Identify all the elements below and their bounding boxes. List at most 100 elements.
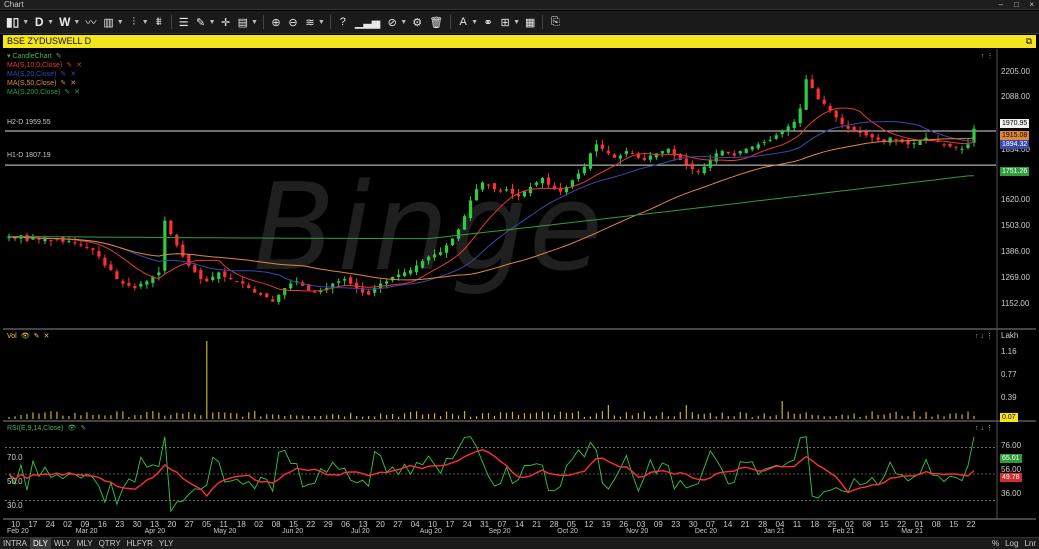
dropdown-arrow-icon[interactable]: ▼ [318, 19, 325, 26]
volume-bar [8, 416, 10, 419]
bar-style-icon[interactable]: ▥ [101, 13, 115, 31]
tab-dly[interactable]: DLY [30, 538, 51, 549]
candle-body [61, 237, 65, 243]
dropdown-arrow-icon[interactable]: ▼ [73, 19, 80, 26]
volume-bar [134, 415, 136, 419]
dropdown-arrow-icon[interactable]: ▼ [22, 19, 29, 26]
dropdown-arrow-icon[interactable]: ▼ [400, 19, 407, 26]
remove-icon[interactable]: ✕ [70, 80, 76, 87]
tab-qtry[interactable]: QTRY [96, 538, 124, 549]
edit-icon[interactable]: ✎ [60, 71, 66, 78]
price-tick: 1503.00 [1001, 221, 1030, 230]
layout-icon[interactable]: ▤ [236, 13, 250, 31]
pane-collapse-icon[interactable]: ↑ ↓ ⋮ [975, 424, 993, 432]
legend-candlechart[interactable]: ▾ CandleChart ✎ [7, 52, 82, 61]
x-tick-day: 04 [410, 520, 420, 529]
edit-icon[interactable]: ✎ [80, 425, 86, 432]
candle-body [822, 99, 826, 104]
edit-icon[interactable]: ✎ [34, 333, 40, 340]
tab-hlfyr[interactable]: HLFYR [124, 538, 156, 549]
edit-icon[interactable]: ✎ [60, 80, 66, 87]
tab-wly[interactable]: WLY [51, 538, 74, 549]
chart-type-candle-icon[interactable]: ▮▯ [4, 13, 21, 31]
volume-legend[interactable]: Vol 👁 ✎ ✕ [7, 332, 49, 341]
zoom-in-icon[interactable]: ⊕ [269, 13, 283, 31]
x-tick-month: Feb 21 [832, 528, 855, 535]
draw-tools-icon[interactable]: ✎ [194, 13, 208, 31]
edit-icon[interactable]: ✎ [66, 62, 72, 69]
studies-icon[interactable]: ⩩ [152, 13, 166, 31]
candle-body [462, 216, 467, 230]
dropdown-arrow-icon[interactable]: ▼ [209, 19, 216, 26]
volume-icon[interactable]: ▁▃▅ [353, 13, 382, 31]
view-icon[interactable]: 👁 [21, 333, 30, 340]
close-button[interactable]: × [1029, 0, 1034, 10]
crosshair-icon[interactable]: ✛ [219, 13, 233, 31]
edit-icon[interactable]: ✎ [64, 89, 70, 96]
candle-body [846, 125, 850, 129]
chart-area[interactable]: Binge ▾ CandleChart ✎ MA(S,10,0,Close) ✎ ✕ … [3, 49, 1036, 536]
legend-ma50[interactable]: MA(S,50,Close) ✎ ✕ [7, 79, 82, 88]
line-style-icon[interactable]: 〰 [83, 13, 98, 31]
period-weekly-button[interactable]: W [57, 13, 72, 31]
dropdown-arrow-icon[interactable]: ▼ [251, 19, 258, 26]
dropdown-arrow-icon[interactable]: ▼ [117, 19, 124, 26]
export-document-icon[interactable]: ⎘ [548, 13, 562, 31]
pane-collapse-icon[interactable]: ↑ ⋮ [981, 52, 993, 60]
volume-bar [356, 415, 358, 419]
grid-icon[interactable]: ⊞ [498, 13, 512, 31]
legend-ma10[interactable]: MA(S,10,0,Close) ✎ ✕ [7, 61, 82, 70]
list-icon[interactable]: ☰ [177, 13, 191, 31]
dropdown-arrow-icon[interactable]: ▼ [513, 19, 520, 26]
volume-bar [625, 412, 627, 419]
chart-canvas[interactable] [3, 49, 1036, 536]
volume-bar [290, 414, 292, 419]
table-icon[interactable]: ▦ [523, 13, 537, 31]
pin-icon[interactable]: ⧉ [1026, 35, 1032, 48]
volume-bar [781, 401, 783, 419]
link-icon[interactable]: ⚭ [481, 13, 495, 31]
volume-bar [889, 413, 891, 419]
dropdown-arrow-icon[interactable]: ▼ [142, 19, 149, 26]
rsi-legend[interactable]: RSI(E,9,14,Close) 👁 ✎ [7, 424, 86, 433]
toolbar-separator [450, 15, 452, 29]
period-daily-button[interactable]: D [32, 13, 46, 31]
remove-icon[interactable]: ✕ [76, 62, 82, 69]
pane-collapse-icon[interactable]: ↑ ↓ ⋮ [975, 332, 993, 340]
maximize-button[interactable]: □ [1014, 0, 1019, 10]
scale-linear-button[interactable]: Lnr [1021, 538, 1039, 549]
candle-body [109, 264, 113, 271]
tab-intra[interactable]: INTRA [0, 538, 30, 549]
candle-body [732, 153, 736, 156]
delete-trash-icon[interactable]: 🗑 [427, 13, 445, 31]
x-tick-month: Mar 20 [75, 528, 98, 535]
indicator-icon[interactable]: ⫶ [127, 13, 141, 31]
dropdown-arrow-icon[interactable]: ▼ [471, 19, 478, 26]
minimize-button[interactable]: – [999, 0, 1003, 10]
view-icon[interactable]: 👁 [67, 425, 76, 432]
hide-icon[interactable]: ⊘ [385, 13, 399, 31]
remove-icon[interactable]: ✕ [44, 333, 50, 340]
candle-body [840, 117, 844, 125]
legend-ma20[interactable]: MA(S,20,Close) ✎ ✕ [7, 70, 82, 79]
compare-icon[interactable]: ≋ [303, 13, 317, 31]
volume-bar [535, 412, 538, 419]
remove-icon[interactable]: ✕ [74, 89, 80, 96]
scale-log-button[interactable]: Log [1002, 538, 1021, 549]
text-annotation-icon[interactable]: A [456, 13, 470, 31]
tab-mly[interactable]: MLY [74, 538, 96, 549]
dropdown-arrow-icon[interactable]: ▼ [47, 19, 54, 26]
volume-bar [745, 412, 747, 419]
scale-percent-button[interactable]: % [989, 538, 1002, 549]
legend-ma200[interactable]: MA(S,200,Close) ✎ ✕ [7, 88, 82, 97]
candle-body [175, 234, 179, 246]
settings-gear-icon[interactable]: ⚙ [410, 13, 424, 31]
remove-icon[interactable]: ✕ [70, 71, 76, 78]
help-icon[interactable]: ? [336, 13, 350, 31]
edit-icon[interactable]: ✎ [56, 53, 62, 60]
zoom-out-icon[interactable]: ⊖ [286, 13, 300, 31]
ma20-line [8, 120, 975, 290]
tab-yly[interactable]: YLY [156, 538, 177, 549]
candle-body [468, 200, 473, 219]
candle-body [852, 126, 856, 131]
